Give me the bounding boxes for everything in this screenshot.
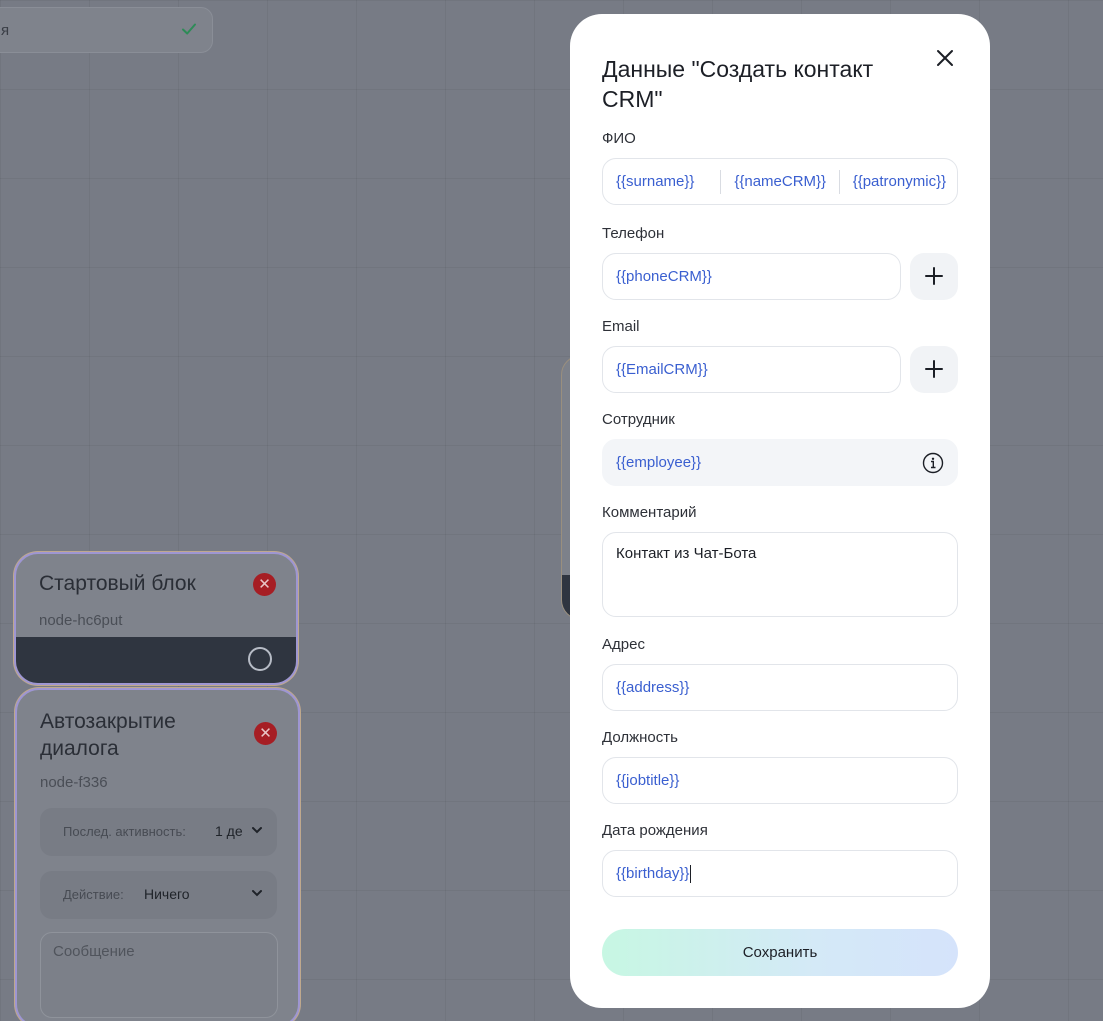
text-caret [690,865,692,884]
start-node[interactable]: Стартовый блок ✕ node-hc6put [14,552,298,685]
message-textarea[interactable]: Сообщение [40,932,278,1018]
patronymic-input[interactable]: {{patronymic}} [840,159,957,204]
comment-textarea[interactable]: Контакт из Чат-Бота [602,532,958,617]
check-icon [182,23,196,35]
fio-field[interactable]: {{surname}} {{nameCRM}} {{patronymic}} [602,158,958,205]
remove-node-icon[interactable]: ✕ [254,722,277,745]
name-input[interactable]: {{nameCRM}} [721,159,838,204]
email-input[interactable]: {{EmailCRM}} [602,346,901,393]
address-label: Адрес [602,636,645,653]
action-value: Ничего [144,886,190,902]
auto-close-node-title: Автозакрытие диалога [40,710,176,760]
last-activity-select[interactable]: Послед. активность: 1 де [40,808,277,856]
start-node-footer [16,637,296,683]
surname-input[interactable]: {{surname}} [603,159,720,204]
close-icon[interactable] [934,47,956,69]
chevron-down-icon [252,827,262,834]
auto-close-node-id: node-f336 [40,774,108,791]
comment-label: Комментарий [602,504,697,521]
birthday-value: {{birthday}} [616,865,690,882]
crm-contact-modal: Данные "Создать контакт CRM" ФИО {{surna… [570,14,990,1008]
chevron-down-icon [252,890,262,897]
birthday-input[interactable]: {{birthday}} [602,850,958,897]
info-icon[interactable] [922,452,944,474]
action-label: Действие: [63,887,124,902]
last-activity-label: Послед. активность: [63,824,186,839]
add-email-button[interactable] [910,346,958,393]
start-node-title: Стартовый блок [39,572,196,595]
email-label: Email [602,318,640,335]
fio-label: ФИО [602,130,636,147]
modal-title: Данные "Создать контакт CRM" [602,56,874,112]
employee-value: {{employee}} [616,454,702,471]
jobtitle-input[interactable]: {{jobtitle}} [602,757,958,804]
canvas-node-partial[interactable]: я [0,7,213,53]
phone-input[interactable]: {{phoneCRM}} [602,253,901,300]
output-port-icon[interactable] [248,647,272,671]
employee-label: Сотрудник [602,411,675,428]
address-input[interactable]: {{address}} [602,664,958,711]
last-activity-value: 1 де [215,823,243,839]
save-button[interactable]: Сохранить [602,929,958,976]
plus-icon [925,267,943,285]
birthday-label: Дата рождения [602,822,708,839]
auto-close-node[interactable]: Автозакрытие диалога ✕ node-f336 Послед.… [15,688,300,1021]
action-select[interactable]: Действие: Ничего [40,871,277,919]
canvas-node-partial-text: я [1,22,10,39]
jobtitle-label: Должность [602,729,678,746]
add-phone-button[interactable] [910,253,958,300]
start-node-id: node-hc6put [39,612,123,629]
employee-field: {{employee}} [602,439,958,486]
plus-icon [925,360,943,378]
remove-node-icon[interactable]: ✕ [253,573,276,596]
phone-label: Телефон [602,225,665,242]
